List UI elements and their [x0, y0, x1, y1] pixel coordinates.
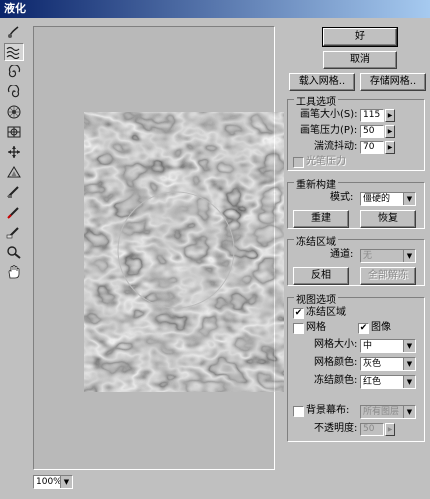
- chevron-down-icon: ▼: [403, 250, 415, 262]
- reconstruct-button[interactable]: 重建: [293, 210, 349, 228]
- image-label: 图像: [371, 322, 391, 333]
- mesh-label: 网格: [306, 322, 326, 333]
- backdrop-checkbox[interactable]: [293, 406, 304, 417]
- turbulent-jitter-input[interactable]: 70: [360, 141, 384, 154]
- opacity-input[interactable]: 50: [360, 423, 384, 436]
- frozen-areas-checkbox[interactable]: ✔: [293, 308, 304, 319]
- freeze-icon[interactable]: [4, 203, 24, 221]
- brush-size-label: 画笔大小(S):: [300, 109, 358, 120]
- shift-pixels-icon[interactable]: [4, 143, 24, 161]
- chevron-down-icon: ▼: [403, 406, 415, 418]
- freeze-color-value: 红色: [363, 377, 382, 387]
- load-mesh-button[interactable]: 载入网格..: [289, 73, 355, 91]
- chevron-down-icon: ▼: [403, 193, 415, 205]
- save-mesh-button[interactable]: 存储网格..: [360, 73, 426, 91]
- view-options-group: 视图选项 ✔ 冻结区域 网格 ✔ 图像 网格大小: 中 ▼ 网格颜色: 灰色 ▼…: [287, 291, 425, 442]
- opacity-stepper[interactable]: ▶: [385, 423, 395, 436]
- thaw-icon[interactable]: [4, 223, 24, 241]
- chevron-down-icon: ▼: [403, 340, 415, 352]
- ok-button[interactable]: 好: [322, 27, 398, 47]
- channel-value: 无: [363, 251, 373, 261]
- brush-size-stepper[interactable]: ▶: [385, 109, 395, 122]
- zoom-value: 100%: [36, 477, 62, 487]
- image-checkbox[interactable]: ✔: [358, 323, 369, 334]
- mesh-color-label: 网格颜色:: [314, 357, 358, 368]
- zoom-select[interactable]: 100% ▼: [33, 475, 73, 489]
- brush-pressure-label: 画笔压力(P):: [300, 125, 358, 136]
- liquify-image[interactable]: [84, 112, 284, 392]
- reconstruct-icon[interactable]: [4, 183, 24, 201]
- backdrop-value: 所有图层: [363, 407, 400, 417]
- twirl-counterclockwise-icon[interactable]: [4, 83, 24, 101]
- tool-options-group: 工具选项 画笔大小(S): 115 ▶ 画笔压力(P): 50 ▶ 湍流抖动: …: [287, 93, 425, 171]
- mesh-color-value: 灰色: [363, 359, 382, 369]
- reflection-icon[interactable]: [4, 163, 24, 181]
- revert-button[interactable]: 恢复: [360, 210, 416, 228]
- chevron-down-icon: ▼: [60, 476, 72, 488]
- mesh-size-label: 网格大小:: [314, 339, 358, 350]
- zoom-icon[interactable]: [4, 243, 24, 261]
- turbulent-jitter-label: 湍流抖动:: [314, 141, 358, 152]
- reconstruction-group: 重新构建 模式: 僵硬的 ▼ 重建 恢复: [287, 176, 425, 229]
- turbulence-icon[interactable]: [4, 43, 24, 61]
- channel-label: 通道:: [330, 249, 354, 260]
- brush-pressure-stepper[interactable]: ▶: [385, 125, 395, 138]
- mesh-color-select[interactable]: 灰色 ▼: [360, 357, 416, 371]
- mesh-size-select[interactable]: 中 ▼: [360, 339, 416, 353]
- twirl-clockwise-icon[interactable]: [4, 63, 24, 81]
- backdrop-select[interactable]: 所有图层 ▼: [360, 405, 416, 419]
- bloat-icon[interactable]: [4, 123, 24, 141]
- freeze-color-label: 冻结颜色:: [314, 375, 358, 386]
- hand-icon[interactable]: [4, 263, 24, 281]
- turbulent-jitter-stepper[interactable]: ▶: [385, 141, 395, 154]
- preview-area[interactable]: [33, 26, 284, 470]
- frozen-areas-label: 冻结区域: [306, 307, 346, 318]
- mode-select[interactable]: 僵硬的 ▼: [360, 192, 416, 206]
- opacity-label: 不透明度:: [314, 423, 358, 434]
- brush-pressure-input[interactable]: 50: [360, 125, 384, 138]
- brush-size-input[interactable]: 115: [360, 109, 384, 122]
- freeze-area-title: 冻结区域: [294, 233, 338, 248]
- freeze-area-group: 冻结区域 通道: 无 ▼ 反相 全部解冻: [287, 233, 425, 286]
- chevron-down-icon: ▼: [403, 376, 415, 388]
- mesh-checkbox[interactable]: [293, 323, 304, 334]
- image-texture: [84, 112, 284, 392]
- mesh-size-value: 中: [363, 341, 373, 351]
- backdrop-label: 背景幕布:: [306, 405, 350, 416]
- chevron-down-icon: ▼: [403, 358, 415, 370]
- thaw-all-button[interactable]: 全部解冻: [360, 267, 416, 285]
- pucker-icon[interactable]: [4, 103, 24, 121]
- invert-button[interactable]: 反相: [293, 267, 349, 285]
- mode-label: 模式:: [330, 192, 354, 203]
- view-options-title: 视图选项: [294, 291, 338, 306]
- stylus-pressure-checkbox[interactable]: [293, 157, 304, 168]
- warp-icon[interactable]: [4, 23, 24, 41]
- channel-select[interactable]: 无 ▼: [360, 249, 416, 263]
- cancel-button[interactable]: 取消: [323, 51, 397, 69]
- freeze-color-select[interactable]: 红色 ▼: [360, 375, 416, 389]
- stylus-pressure-label: 光笔压力: [306, 156, 346, 167]
- reconstruction-title: 重新构建: [294, 176, 338, 191]
- tool-options-title: 工具选项: [294, 93, 338, 108]
- mode-value: 僵硬的: [363, 194, 391, 204]
- window-title: 液化: [0, 0, 430, 18]
- tool-palette: [3, 22, 27, 283]
